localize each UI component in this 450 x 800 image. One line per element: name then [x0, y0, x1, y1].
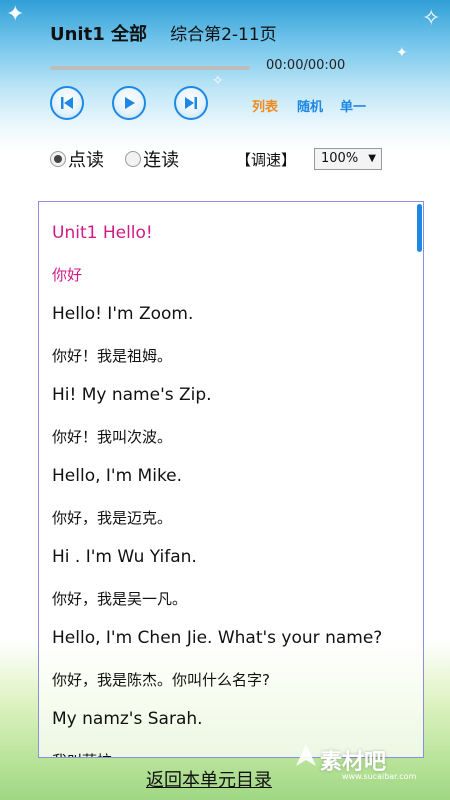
- text-panel[interactable]: Unit1 Hello! 你好 Hello! I'm Zoom. 你好！我是祖姆。 Hi…: [38, 201, 424, 758]
- radio-single-read-label[interactable]: 点读: [68, 150, 104, 171]
- radio-single-read[interactable]: [50, 151, 66, 167]
- skip-next-icon: [185, 97, 197, 109]
- watermark-url: www.sucaibar.com: [342, 772, 417, 781]
- page-title: Unit1 全部: [50, 24, 147, 45]
- radio-continuous-read-label[interactable]: 连读: [143, 150, 179, 171]
- sparkle-icon: ✧: [422, 6, 441, 31]
- sentence-line[interactable]: Hello, I'm Mike.: [52, 466, 182, 486]
- mode-list-button[interactable]: 列表: [252, 96, 278, 115]
- sparkle-icon: ✧: [212, 73, 224, 89]
- watermark-logo-icon: [296, 744, 316, 766]
- sparkle-icon: ✦: [396, 45, 408, 61]
- sentence-line[interactable]: Hello! I'm Zoom.: [52, 304, 193, 324]
- lesson-title-line[interactable]: 你好: [52, 264, 82, 285]
- scrollbar[interactable]: [417, 204, 422, 252]
- sentence-line[interactable]: 你好！我是祖姆。: [52, 345, 172, 366]
- time-display: 00:00/00:00: [266, 58, 346, 73]
- header: Unit1 全部 综合第2-11页: [50, 20, 277, 46]
- lesson-title-line[interactable]: Unit1 Hello!: [52, 223, 153, 243]
- sentence-line[interactable]: 你好！我叫次波。: [52, 426, 172, 447]
- sentence-line[interactable]: 你好，我是陈杰。你叫什么名字?: [52, 669, 270, 690]
- next-button[interactable]: [174, 86, 208, 120]
- radio-continuous-read[interactable]: [125, 151, 142, 167]
- read-mode-group: 点读 连读: [50, 146, 179, 172]
- sentence-line[interactable]: 你好，我是吴一凡。: [52, 588, 187, 609]
- play-icon: [125, 97, 135, 109]
- speed-select-value: 100%: [321, 151, 359, 166]
- sentence-line[interactable]: 我叫萨拉。: [52, 750, 127, 757]
- sparkle-icon: ✦: [6, 2, 25, 27]
- previous-button[interactable]: [50, 86, 84, 120]
- skip-previous-icon: [61, 97, 73, 109]
- back-to-unit-link[interactable]: 返回本单元目录: [146, 766, 272, 792]
- sentence-line[interactable]: 你好，我是迈克。: [52, 507, 172, 528]
- play-button[interactable]: [112, 86, 146, 120]
- speed-label: 【调速】: [236, 151, 297, 169]
- dropdown-arrow-icon: ▼: [368, 153, 376, 164]
- mode-single-button[interactable]: 单一: [340, 96, 366, 115]
- sentence-line[interactable]: Hi! My name's Zip.: [52, 385, 212, 405]
- speed-select[interactable]: 100% ▼: [314, 148, 382, 170]
- sentence-line[interactable]: Hello, I'm Chen Jie. What's your name?: [52, 628, 382, 648]
- sentence-line[interactable]: My namz's Sarah.: [52, 709, 203, 729]
- progress-bar[interactable]: [50, 66, 250, 70]
- mode-random-button[interactable]: 随机: [297, 96, 323, 115]
- page-subtitle: 综合第2-11页: [170, 25, 277, 45]
- sentence-line[interactable]: Hi . I'm Wu Yifan.: [52, 547, 197, 567]
